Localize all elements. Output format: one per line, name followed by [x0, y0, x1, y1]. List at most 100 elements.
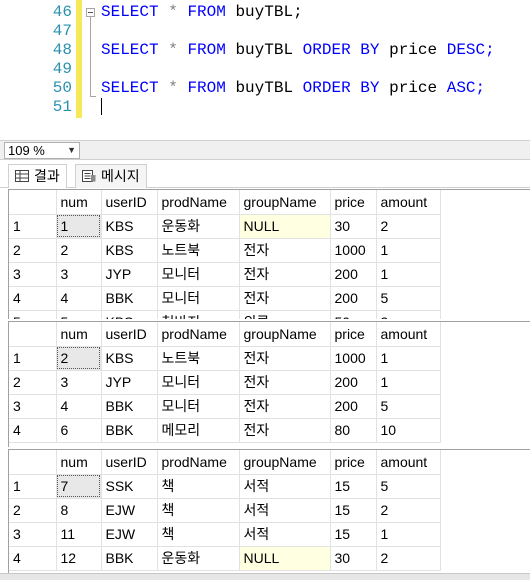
cell[interactable]: 6	[56, 418, 102, 443]
cell[interactable]: 3	[56, 262, 102, 287]
cell[interactable]: 5	[56, 310, 102, 319]
cell-selected[interactable]: 1	[56, 214, 102, 239]
cell-null[interactable]: NULL	[239, 546, 331, 571]
cell[interactable]: 2	[376, 546, 441, 571]
row-number-header[interactable]	[9, 450, 57, 475]
row-number[interactable]: 4	[9, 286, 57, 311]
tab-messages[interactable]: 메시지	[75, 164, 147, 188]
table-row[interactable]: 3 11 EJW 책 서적 15 1	[9, 522, 441, 547]
collapse-region-icon[interactable]	[86, 8, 95, 17]
cell[interactable]: JYP	[101, 262, 158, 287]
cell[interactable]: KBS	[101, 310, 158, 319]
code-line-51[interactable]	[101, 98, 102, 117]
cell[interactable]: 의류	[239, 310, 331, 319]
cell[interactable]: 15	[330, 474, 377, 499]
cell[interactable]: 서적	[239, 522, 331, 547]
row-number[interactable]: 2	[9, 498, 57, 523]
column-header[interactable]: groupName	[239, 322, 331, 347]
result-grid-1[interactable]: num userID prodName groupName price amou…	[8, 189, 530, 319]
cell[interactable]: 운동화	[157, 546, 240, 571]
table-row[interactable]: 1 1 KBS 운동화 NULL 30 2	[9, 214, 441, 239]
table-row[interactable]: 2 3 JYP 모니터 전자 200 1	[9, 370, 441, 395]
cell[interactable]: 5	[376, 286, 441, 311]
cell[interactable]: 80	[330, 418, 377, 443]
column-header[interactable]: price	[330, 190, 377, 215]
row-number[interactable]: 1	[9, 214, 57, 239]
table-row[interactable]: 4 4 BBK 모니터 전자 200 5	[9, 286, 441, 311]
cell[interactable]: 5	[376, 394, 441, 419]
row-number-header[interactable]	[9, 322, 57, 347]
table-row[interactable]: 3 4 BBK 모니터 전자 200 5	[9, 394, 441, 419]
cell[interactable]: 전자	[239, 238, 331, 263]
cell[interactable]: 4	[56, 394, 102, 419]
column-header[interactable]: price	[330, 322, 377, 347]
cell[interactable]: 8	[56, 498, 102, 523]
cell[interactable]: 전자	[239, 262, 331, 287]
cell[interactable]: 200	[330, 394, 377, 419]
code-line-48[interactable]: SELECT * FROM buyTBL ORDER BY price DESC…	[101, 41, 495, 60]
row-number[interactable]: 4	[9, 546, 57, 571]
cell[interactable]: 30	[330, 214, 377, 239]
chevron-down-icon[interactable]: ▼	[67, 143, 76, 158]
column-header[interactable]: price	[330, 450, 377, 475]
cell[interactable]: 1	[376, 370, 441, 395]
column-header[interactable]: num	[56, 450, 102, 475]
column-header[interactable]: amount	[376, 450, 441, 475]
column-header[interactable]: amount	[376, 322, 441, 347]
cell[interactable]: 전자	[239, 394, 331, 419]
row-number[interactable]: 2	[9, 238, 57, 263]
table-row[interactable]: 1 7 SSK 책 서적 15 5	[9, 474, 441, 499]
cell[interactable]: KBS	[101, 346, 158, 371]
column-header[interactable]: userID	[101, 450, 158, 475]
cell[interactable]: 2	[376, 498, 441, 523]
cell[interactable]: BBK	[101, 286, 158, 311]
cell[interactable]: 전자	[239, 418, 331, 443]
cell[interactable]: 3	[56, 370, 102, 395]
tab-results[interactable]: 결과	[8, 164, 67, 188]
cell[interactable]: 운동화	[157, 214, 240, 239]
cell[interactable]: 3	[376, 310, 441, 319]
cell[interactable]: 전자	[239, 286, 331, 311]
code-line-46[interactable]: SELECT * FROM buyTBL;	[101, 3, 303, 22]
column-header[interactable]: num	[56, 190, 102, 215]
row-number-header[interactable]	[9, 190, 57, 215]
table-row[interactable]: 3 3 JYP 모니터 전자 200 1	[9, 262, 441, 287]
cell[interactable]: 2	[376, 214, 441, 239]
cell[interactable]: 15	[330, 522, 377, 547]
cell[interactable]: EJW	[101, 498, 158, 523]
cell[interactable]: 1000	[330, 238, 377, 263]
cell[interactable]: BBK	[101, 394, 158, 419]
cell[interactable]: 15	[330, 498, 377, 523]
table-row[interactable]: 4 6 BBK 메모리 전자 80 10	[9, 418, 441, 443]
row-number[interactable]: 3	[9, 262, 57, 287]
cell[interactable]: 책	[157, 474, 240, 499]
cell[interactable]: 책	[157, 498, 240, 523]
cell-null[interactable]: NULL	[239, 214, 331, 239]
column-header[interactable]: prodName	[157, 322, 240, 347]
cell[interactable]: 11	[56, 522, 102, 547]
cell[interactable]: 청바지	[157, 310, 240, 319]
table-row[interactable]: 5 5 KBS 청바지 의류 50 3	[9, 310, 441, 319]
cell[interactable]: 1000	[330, 346, 377, 371]
cell[interactable]: 메모리	[157, 418, 240, 443]
table-row[interactable]: 2 8 EJW 책 서적 15 2	[9, 498, 441, 523]
cell[interactable]: KBS	[101, 214, 158, 239]
cell[interactable]: BBK	[101, 546, 158, 571]
result-grid-3[interactable]: num userID prodName groupName price amou…	[8, 449, 530, 573]
row-number[interactable]: 1	[9, 346, 57, 371]
cell[interactable]: 책	[157, 522, 240, 547]
cell[interactable]: 1	[376, 522, 441, 547]
column-header[interactable]: groupName	[239, 190, 331, 215]
zoom-select[interactable]: 109 % ▼	[4, 142, 80, 159]
cell[interactable]: 모니터	[157, 262, 240, 287]
cell[interactable]: 서적	[239, 474, 331, 499]
result-grid-2[interactable]: num userID prodName groupName price amou…	[8, 321, 530, 447]
cell[interactable]: 1	[376, 238, 441, 263]
cell[interactable]: SSK	[101, 474, 158, 499]
row-number[interactable]: 4	[9, 418, 57, 443]
cell[interactable]: 200	[330, 262, 377, 287]
cell[interactable]: BBK	[101, 418, 158, 443]
cell[interactable]: 전자	[239, 370, 331, 395]
column-header[interactable]: groupName	[239, 450, 331, 475]
row-number[interactable]: 1	[9, 474, 57, 499]
